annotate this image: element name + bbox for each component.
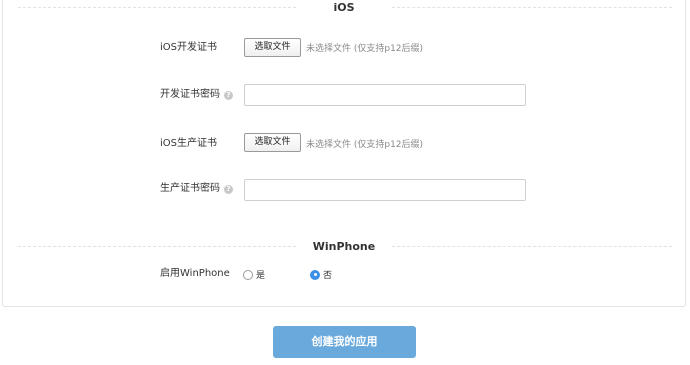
winphone-no-label: 否 bbox=[323, 271, 333, 281]
winphone-divider-right bbox=[392, 246, 672, 247]
help-icon[interactable]: ? bbox=[224, 185, 233, 194]
winphone-no-radio[interactable]: 否 bbox=[310, 268, 332, 281]
dev-password-input[interactable] bbox=[244, 84, 526, 106]
prod-password-label: 生产证书密码? bbox=[160, 183, 233, 195]
help-icon[interactable]: ? bbox=[224, 91, 233, 100]
prod-password-input[interactable] bbox=[244, 179, 526, 201]
radio-unchecked-icon[interactable] bbox=[243, 269, 253, 280]
prod-cert-file-hint: 未选择文件 (仅支持p12后缀) bbox=[306, 140, 424, 150]
winphone-yes-radio[interactable]: 是 bbox=[243, 268, 265, 281]
dev-password-label: 开发证书密码? bbox=[160, 89, 233, 101]
dev-password-label-text: 开发证书密码 bbox=[160, 89, 220, 100]
ios-section-title: iOS bbox=[333, 1, 355, 14]
ios-divider-left bbox=[18, 7, 296, 8]
winphone-section-title: WinPhone bbox=[312, 240, 376, 253]
winphone-divider-left bbox=[18, 246, 296, 247]
prod-password-label-text: 生产证书密码 bbox=[160, 183, 220, 194]
dev-cert-label: iOS开发证书 bbox=[160, 42, 217, 53]
dev-cert-file-hint: 未选择文件 (仅支持p12后缀) bbox=[306, 44, 424, 54]
winphone-yes-label: 是 bbox=[256, 271, 266, 281]
prod-cert-label: iOS生产证书 bbox=[160, 138, 217, 149]
prod-cert-choose-file-button[interactable]: 选取文件 bbox=[244, 133, 301, 152]
create-app-button[interactable]: 创建我的应用 bbox=[273, 326, 416, 358]
radio-checked-icon[interactable] bbox=[310, 269, 320, 280]
winphone-enable-label: 启用WinPhone bbox=[160, 268, 230, 279]
dev-cert-choose-file-button[interactable]: 选取文件 bbox=[244, 38, 301, 57]
ios-divider-right bbox=[392, 7, 672, 8]
